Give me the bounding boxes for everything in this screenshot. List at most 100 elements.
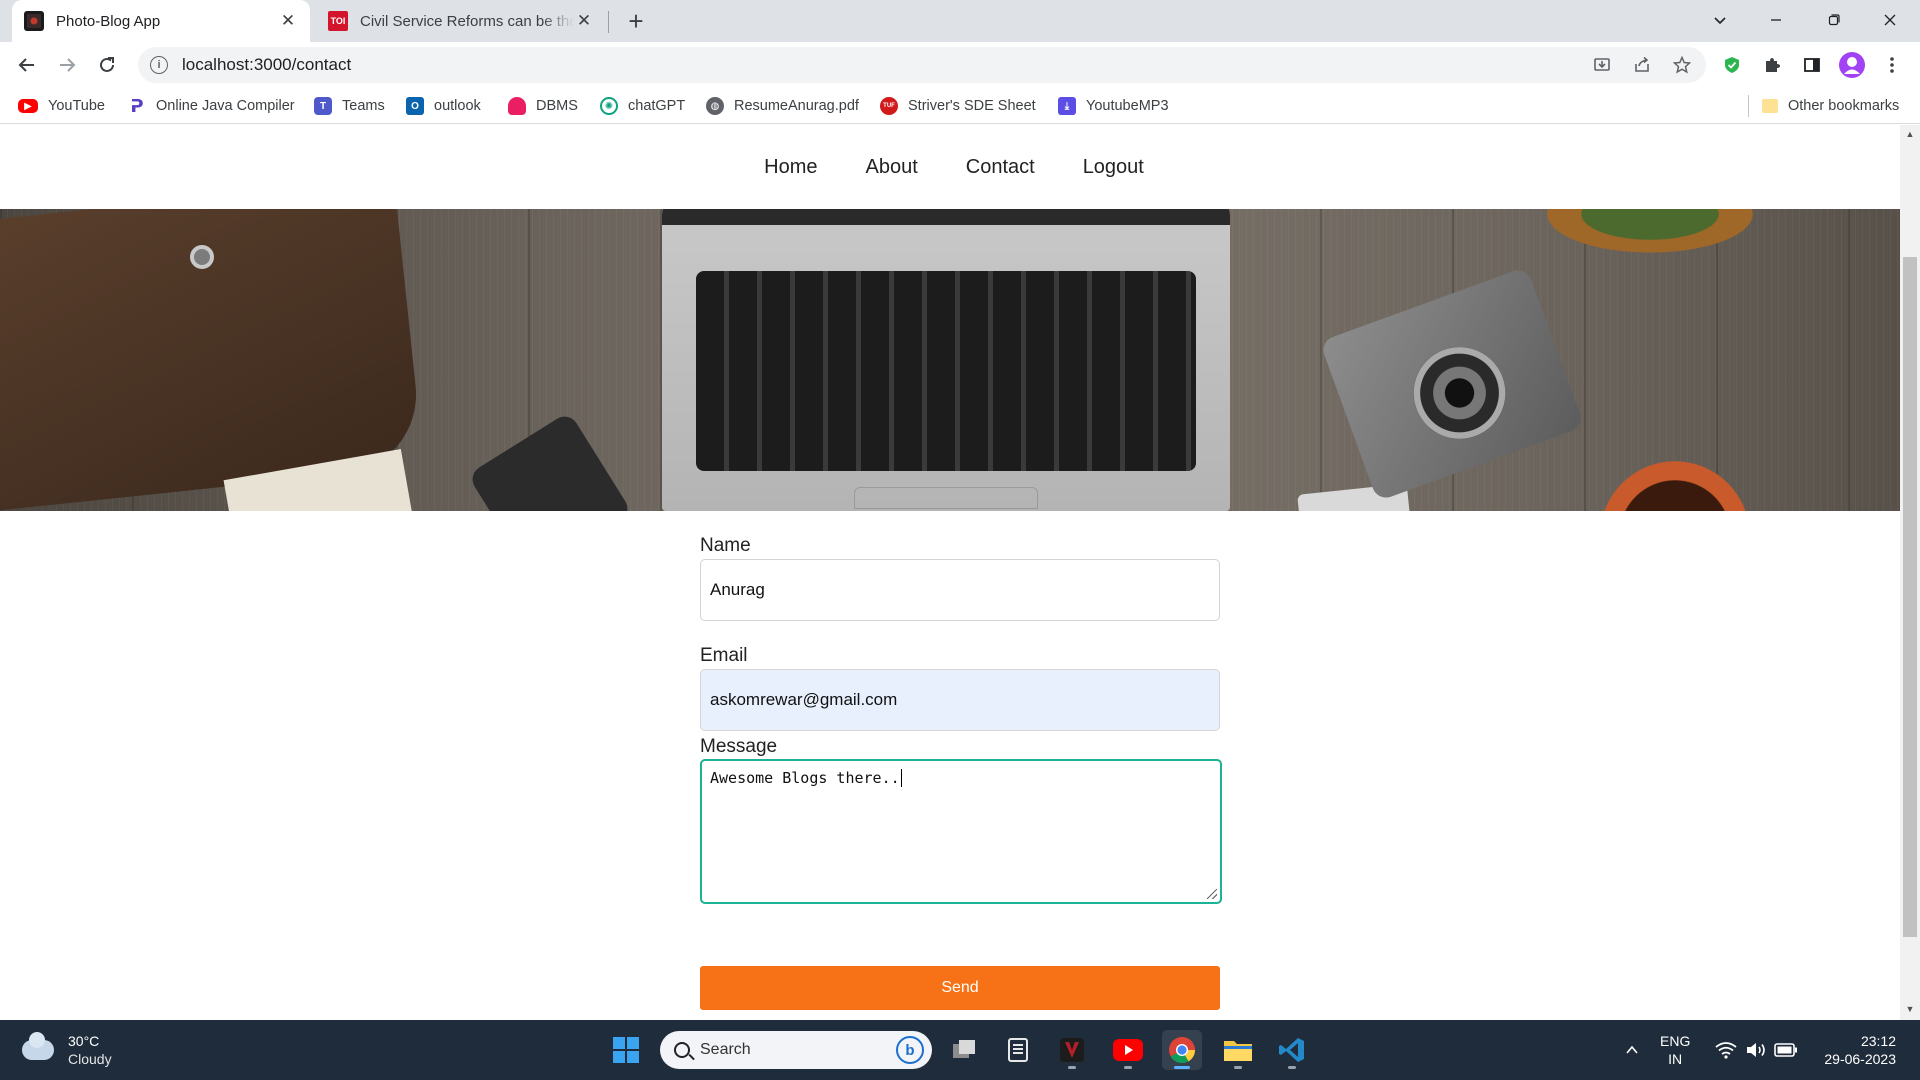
nav-about-link[interactable]: About: [865, 156, 917, 179]
running-indicator: [1288, 1066, 1296, 1069]
scrollbar-thumb[interactable]: [1903, 257, 1917, 937]
region-code: IN: [1668, 1051, 1683, 1067]
address-bar[interactable]: i localhost:3000/contact: [138, 47, 1706, 83]
other-bookmarks-label: Other bookmarks: [1788, 98, 1900, 114]
nav-logout-link[interactable]: Logout: [1083, 156, 1144, 179]
tab-search-chevron-down-icon[interactable]: [1700, 0, 1740, 40]
bookmark-dbms[interactable]: DBMS: [508, 95, 578, 117]
extensions-puzzle-icon[interactable]: [1758, 51, 1786, 79]
other-bookmarks[interactable]: Other bookmarks: [1762, 95, 1899, 117]
browser-toolbar: i localhost:3000/contact: [0, 42, 1920, 88]
taskbar-search-box[interactable]: Search b: [660, 1031, 932, 1069]
bookmark-label: chatGPT: [628, 98, 686, 114]
search-icon: [674, 1042, 690, 1058]
bookmark-star-icon[interactable]: [1668, 51, 1696, 79]
message-label: Message: [700, 736, 778, 757]
share-icon[interactable]: [1628, 51, 1656, 79]
weather-widget[interactable]: 30°C Cloudy: [22, 1032, 112, 1068]
address-url[interactable]: localhost:3000/contact: [182, 55, 351, 75]
bookmark-youtubemp3[interactable]: ⤓ YoutubeMP3: [1058, 95, 1169, 117]
input-language[interactable]: ENG IN: [1660, 1032, 1690, 1068]
close-window-icon[interactable]: [1870, 0, 1910, 40]
close-tab-icon[interactable]: ✕: [278, 11, 298, 31]
bookmark-youtube[interactable]: ▶ YouTube: [18, 95, 105, 117]
close-tab-icon[interactable]: ✕: [574, 11, 594, 31]
predator-app-icon[interactable]: [1052, 1030, 1092, 1070]
back-arrow-icon[interactable]: [12, 50, 42, 80]
new-tab-plus-icon[interactable]: +: [622, 6, 650, 36]
show-hidden-icons-chevron-up-icon[interactable]: [1612, 1030, 1652, 1070]
running-indicator: [1234, 1066, 1242, 1069]
running-indicator: [1174, 1066, 1190, 1069]
youtube-app-icon[interactable]: [1108, 1030, 1148, 1070]
bookmarks-bar: ▶ YouTube ᕈ Online Java Compiler T Teams…: [0, 88, 1920, 124]
camera-lens: [1400, 334, 1519, 452]
minimize-window-icon[interactable]: [1756, 0, 1796, 40]
bookmark-label: YoutubeMP3: [1086, 98, 1169, 114]
name-input[interactable]: Anurag: [700, 559, 1220, 621]
tab-title: Civil Service Reforms can be the: [360, 12, 574, 30]
page-scrollbar[interactable]: ▲ ▼: [1900, 125, 1920, 1020]
bookmark-online-java-compiler[interactable]: ᕈ Online Java Compiler: [128, 95, 294, 117]
bookmark-strivers-sde-sheet[interactable]: TUF Striver's SDE Sheet: [880, 95, 1036, 117]
chrome-app-icon[interactable]: [1162, 1030, 1202, 1070]
reload-icon[interactable]: [92, 50, 122, 80]
bing-icon[interactable]: b: [896, 1036, 924, 1064]
laptop-keyboard: [696, 271, 1196, 471]
weather-description: Cloudy: [68, 1051, 112, 1067]
bookmark-outlook[interactable]: O outlook: [406, 95, 481, 117]
notes-app-icon[interactable]: [998, 1030, 1038, 1070]
file-explorer-icon[interactable]: [1218, 1030, 1258, 1070]
tab-title: Photo-Blog App: [56, 12, 161, 30]
scroll-down-arrow-icon[interactable]: ▼: [1900, 1004, 1920, 1016]
tab-civil-service-reforms[interactable]: TOI Civil Service Reforms can be the ✕: [316, 0, 606, 42]
clock-time: 23:12: [1860, 1033, 1896, 1049]
more-menu-icon[interactable]: [1878, 51, 1906, 79]
site-info-icon[interactable]: i: [150, 56, 168, 74]
side-panel-icon[interactable]: [1798, 51, 1826, 79]
bookmark-chatgpt[interactable]: ✺ chatGPT: [600, 95, 685, 117]
outlook-icon: O: [406, 97, 424, 115]
potted-plant: [1530, 209, 1770, 259]
email-input[interactable]: askomrewar@gmail.com: [700, 669, 1220, 731]
teams-icon: T: [314, 97, 332, 115]
resize-handle-icon[interactable]: [1207, 889, 1217, 899]
scroll-up-arrow-icon[interactable]: ▲: [1900, 129, 1920, 141]
message-textarea[interactable]: Awesome Blogs there..: [700, 759, 1222, 904]
page-viewport: Home About Contact Logout Name Anurag Em…: [0, 125, 1920, 1020]
chatgpt-icon: ✺: [600, 97, 618, 115]
bookmark-label: Striver's SDE Sheet: [908, 98, 1036, 114]
taskbar-clock[interactable]: 23:12 29-06-2023: [1812, 1032, 1896, 1068]
bookmark-resume[interactable]: ◍ ResumeAnurag.pdf: [706, 95, 859, 117]
bookmark-label: Teams: [342, 98, 385, 114]
tab-photo-blog-app[interactable]: Photo-Blog App ✕: [12, 0, 310, 42]
bookmark-label: DBMS: [536, 98, 578, 114]
restore-window-icon[interactable]: [1814, 0, 1854, 40]
start-windows-icon[interactable]: [606, 1030, 646, 1070]
email-label: Email: [700, 645, 748, 666]
nav-contact-link[interactable]: Contact: [966, 156, 1035, 179]
tuf-icon: TUF: [880, 97, 898, 115]
send-button[interactable]: Send: [700, 966, 1220, 1010]
running-indicator: [1124, 1066, 1132, 1069]
laptop-hinge: [662, 209, 1230, 225]
hero-banner-image: [0, 209, 1900, 511]
task-view-icon[interactable]: [944, 1030, 984, 1070]
vscode-app-icon[interactable]: [1272, 1030, 1312, 1070]
install-app-icon[interactable]: [1588, 51, 1616, 79]
bookmark-teams[interactable]: T Teams: [314, 95, 385, 117]
name-input-value: Anurag: [710, 580, 765, 599]
profile-avatar[interactable]: [1838, 51, 1866, 79]
dbms-icon: [508, 97, 526, 115]
forward-arrow-icon[interactable]: [52, 50, 82, 80]
bookmarks-divider: [1748, 95, 1749, 117]
download-icon: ⤓: [1058, 97, 1076, 115]
shield-extension-icon[interactable]: [1718, 51, 1746, 79]
folder-icon: [1762, 99, 1778, 113]
battery-icon[interactable]: [1766, 1030, 1806, 1070]
text-caret: [900, 769, 903, 787]
nav-home-link[interactable]: Home: [764, 156, 817, 179]
cloud-icon: [22, 1032, 54, 1060]
running-indicator: [1068, 1066, 1076, 1069]
code-icon: ᕈ: [130, 95, 144, 116]
